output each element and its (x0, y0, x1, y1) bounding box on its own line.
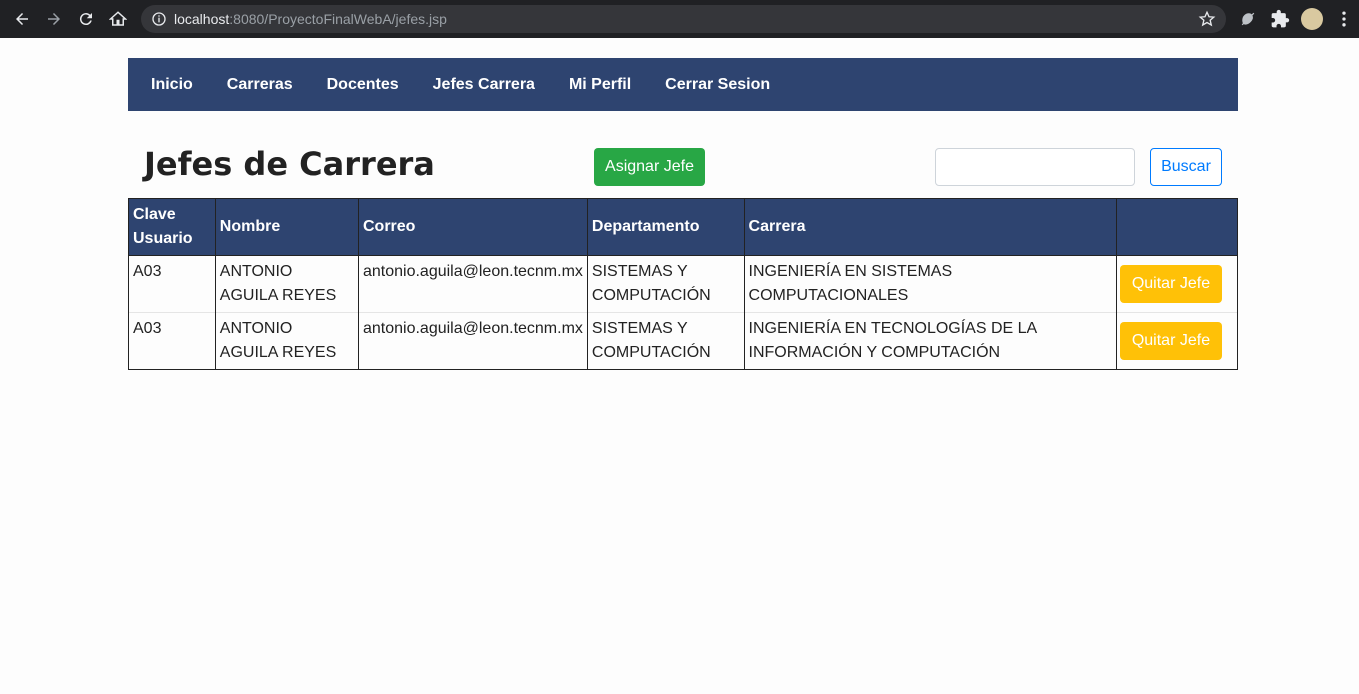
reload-icon (79, 13, 92, 26)
page-title: Jefes de Carrera (144, 145, 435, 183)
arrow-left-icon (16, 13, 28, 25)
cell-correo: antonio.aguila@leon.tecnm.mx (357, 255, 588, 313)
forward-button[interactable] (38, 3, 70, 35)
profile-avatar[interactable] (1301, 8, 1323, 30)
extension-bug-icon[interactable] (1238, 9, 1258, 29)
extensions-puzzle-icon[interactable] (1270, 9, 1290, 29)
cell-action: Quitar Jefe (1115, 312, 1239, 370)
home-button[interactable] (102, 3, 134, 35)
cell-carrera: INGENIERÍA EN SISTEMAS COMPUTACIONALES (743, 255, 1117, 313)
menu-dots-icon[interactable] (1334, 9, 1354, 29)
url-path: :8080/ProyectoFinalWebA/jefes.jsp (229, 11, 447, 27)
url-text: localhost:8080/ProyectoFinalWebA/jefes.j… (174, 11, 447, 27)
arrow-right-icon (48, 13, 60, 25)
search-input[interactable] (935, 148, 1135, 186)
address-bar[interactable]: localhost:8080/ProyectoFinalWebA/jefes.j… (141, 5, 1226, 33)
page-container: Inicio Carreras Docentes Jefes Carrera M… (128, 58, 1239, 370)
url-host: localhost (174, 11, 230, 27)
nav-docentes[interactable]: Docentes (327, 76, 399, 94)
page-header: Jefes de Carrera Asignar Jefe Buscar (128, 111, 1238, 198)
assign-jefe-button[interactable]: Asignar Jefe (594, 148, 705, 186)
reload-button[interactable] (70, 3, 102, 35)
cell-action: Quitar Jefe (1115, 255, 1239, 313)
nav-jefes-carrera[interactable]: Jefes Carrera (433, 76, 535, 94)
col-carrera: Carrera (743, 198, 1117, 256)
browser-toolbar: localhost:8080/ProyectoFinalWebA/jefes.j… (0, 0, 1359, 38)
nav-mi-perfil[interactable]: Mi Perfil (569, 76, 631, 94)
cell-departamento: SISTEMAS Y COMPUTACIÓN (586, 255, 745, 313)
col-actions (1115, 198, 1239, 256)
cell-nombre: ANTONIO AGUILA REYES (214, 312, 359, 370)
main-navbar: Inicio Carreras Docentes Jefes Carrera M… (128, 58, 1238, 111)
cell-clave: A03 (128, 312, 216, 370)
remove-jefe-button[interactable]: Quitar Jefe (1119, 322, 1222, 360)
table-header-row: Clave Usuario Nombre Correo Departamento… (128, 198, 1239, 256)
info-icon (152, 12, 166, 26)
back-button[interactable] (6, 3, 38, 35)
col-correo: Correo (357, 198, 588, 256)
bookmark-star-icon[interactable] (1198, 10, 1216, 28)
col-clave-usuario: Clave Usuario (128, 198, 216, 256)
cell-carrera: INGENIERÍA EN TECNOLOGÍAS DE LA INFORMAC… (743, 312, 1117, 370)
table-row: A03 ANTONIO AGUILA REYES antonio.aguila@… (128, 255, 1239, 313)
col-nombre: Nombre (214, 198, 359, 256)
search-button[interactable]: Buscar (1150, 148, 1222, 186)
cell-departamento: SISTEMAS Y COMPUTACIÓN (586, 312, 745, 370)
remove-jefe-button[interactable]: Quitar Jefe (1119, 265, 1222, 303)
col-departamento: Departamento (586, 198, 745, 256)
table-row: A03 ANTONIO AGUILA REYES antonio.aguila@… (128, 312, 1239, 370)
cell-clave: A03 (128, 255, 216, 313)
nav-cerrar-sesion[interactable]: Cerrar Sesion (665, 76, 770, 94)
cell-nombre: ANTONIO AGUILA REYES (214, 255, 359, 313)
home-icon (109, 11, 127, 26)
cell-correo: antonio.aguila@leon.tecnm.mx (357, 312, 588, 370)
jefes-table: Clave Usuario Nombre Correo Departamento… (128, 198, 1239, 370)
nav-inicio[interactable]: Inicio (151, 76, 193, 94)
nav-carreras[interactable]: Carreras (227, 76, 293, 94)
